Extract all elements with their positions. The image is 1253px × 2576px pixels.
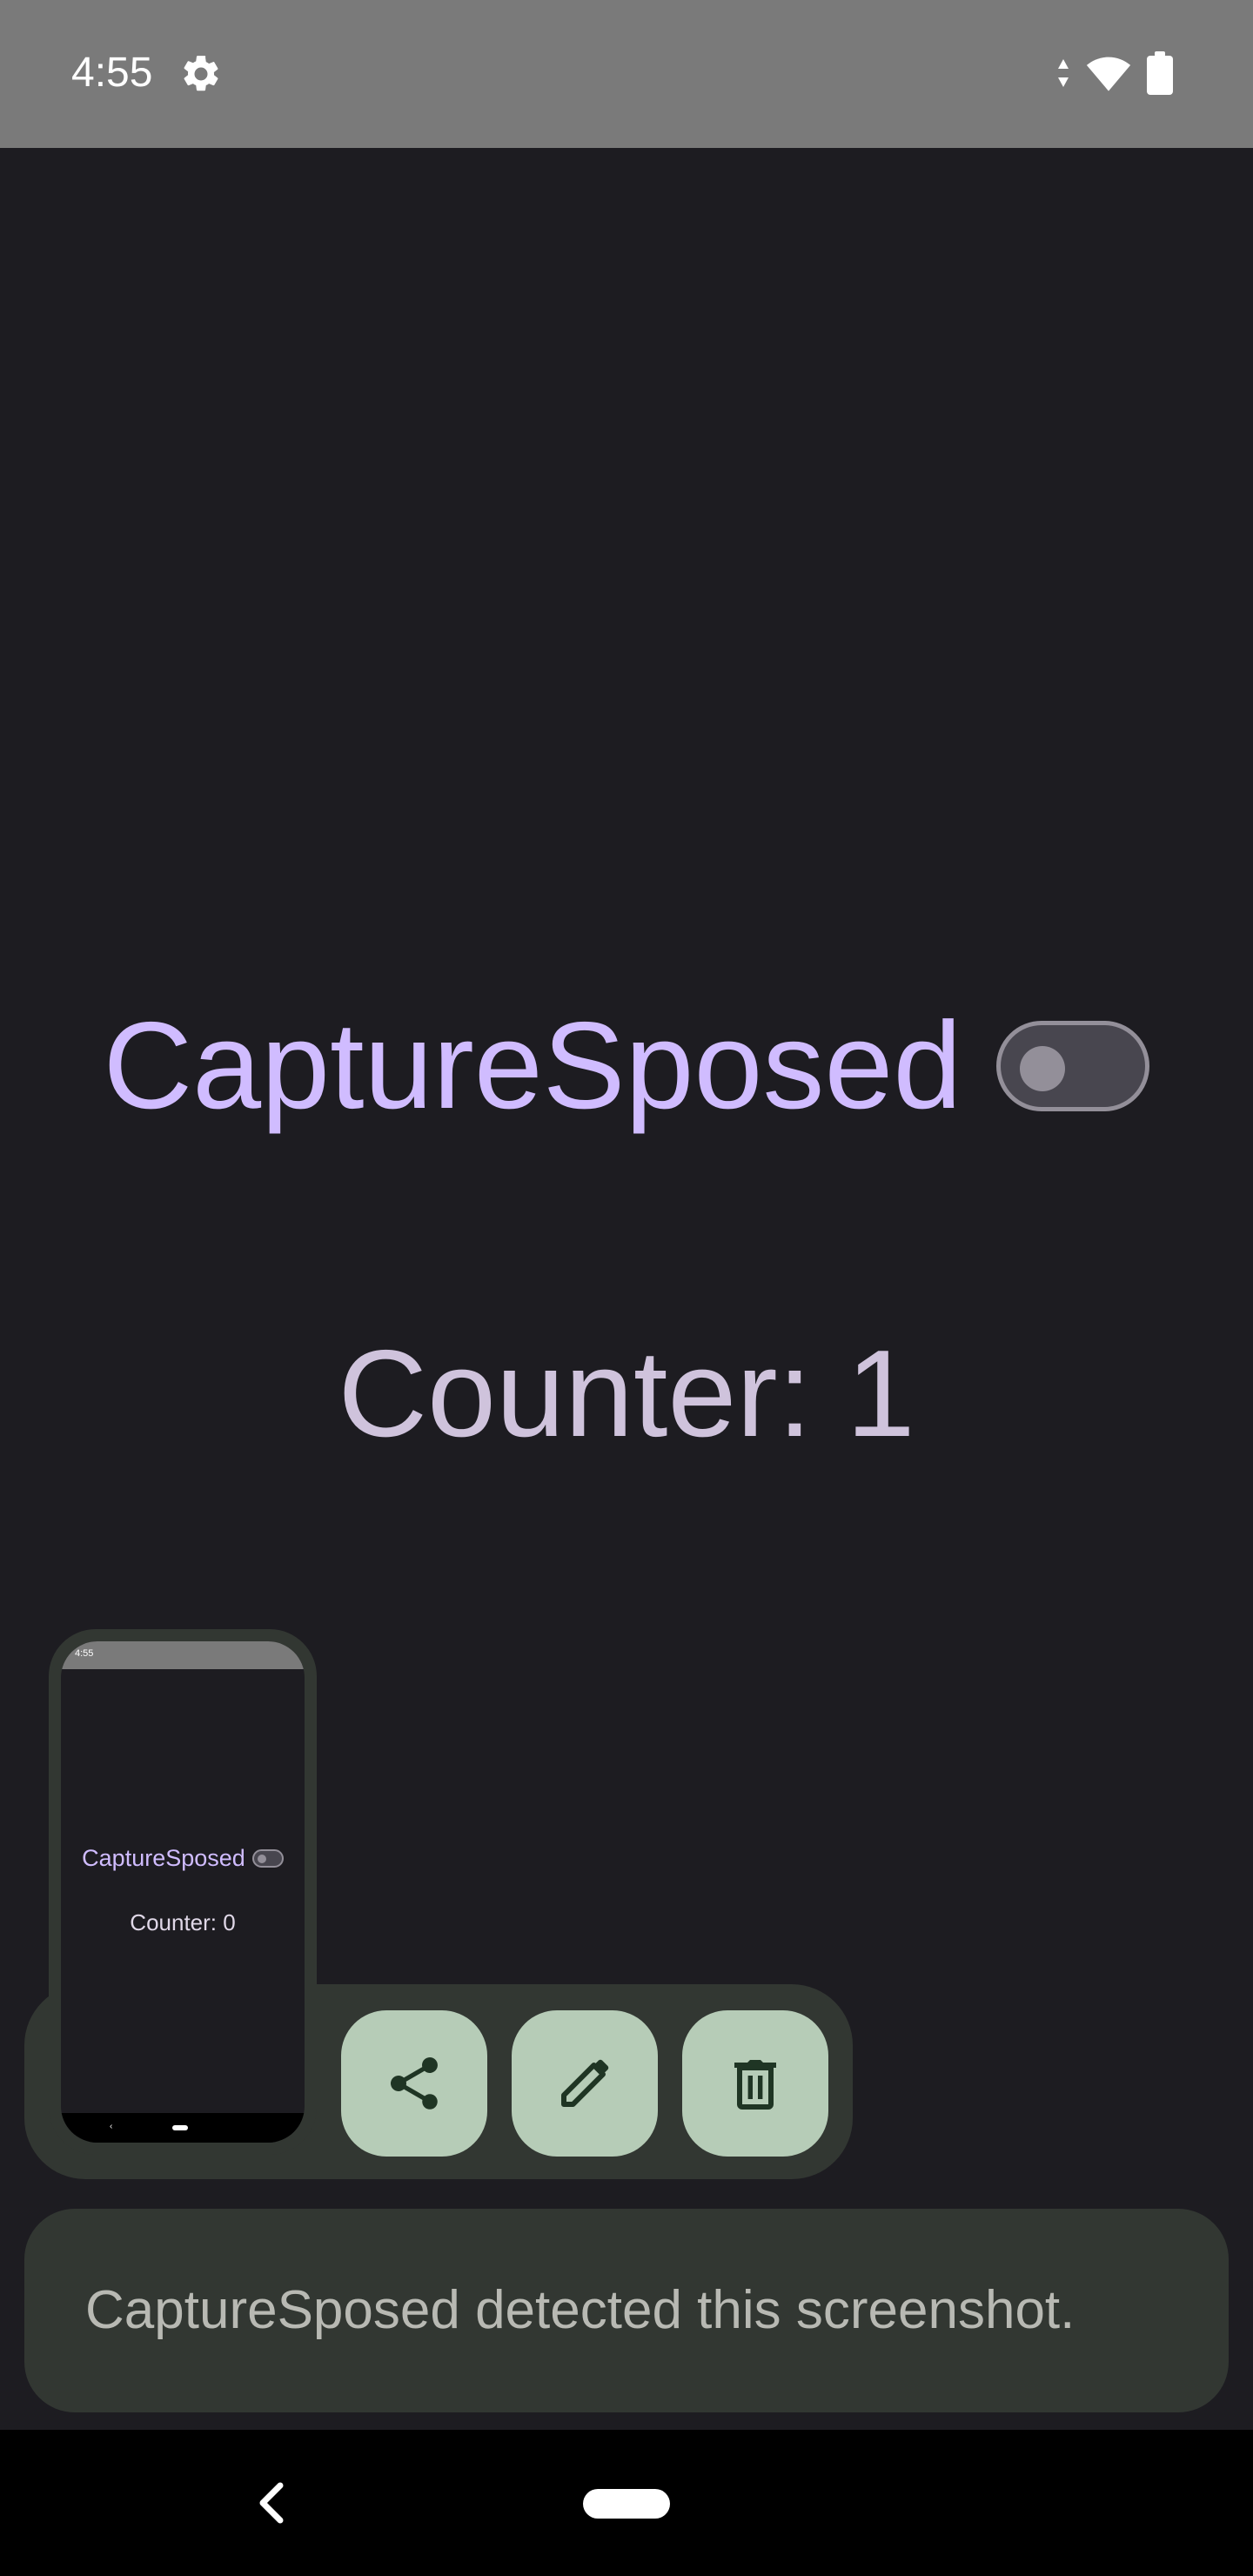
thumbnail-status-time: 4:55 xyxy=(75,1648,94,1659)
thumbnail-back-icon: ‹ xyxy=(110,2122,113,2131)
thumbnail-status-bar: 4:55 xyxy=(61,1641,305,1669)
navigation-bar xyxy=(0,2430,1253,2576)
app-title: CaptureSposed xyxy=(103,996,962,1135)
share-icon xyxy=(390,2057,438,2110)
app-title-row: CaptureSposed xyxy=(0,996,1253,1135)
edit-button[interactable] xyxy=(512,2010,658,2157)
thumbnail-toggle xyxy=(251,1849,284,1868)
thumbnail-app-title: CaptureSposed xyxy=(82,1845,245,1871)
back-icon[interactable] xyxy=(252,2480,291,2526)
status-icons xyxy=(1056,49,1173,97)
share-button[interactable] xyxy=(341,2010,487,2157)
thumbnail-title-row: CaptureSposed xyxy=(61,1845,305,1872)
settings-gear-icon xyxy=(184,56,218,91)
status-time: 4:55 xyxy=(71,50,153,96)
capture-toggle-switch[interactable] xyxy=(996,1021,1150,1111)
thumbnail-screen: 4:55 CaptureSposed Counter: 0 ‹ xyxy=(61,1641,305,2143)
counter-text: Counter: 1 xyxy=(338,1325,915,1463)
trash-icon xyxy=(734,2060,776,2110)
thumbnail-counter-text: Counter: 0 xyxy=(130,1909,236,1935)
wifi-icon xyxy=(1086,57,1131,91)
data-arrows-icon xyxy=(1058,59,1069,87)
thumbnail-home-icon xyxy=(172,2125,188,2130)
screenshot-thumbnail[interactable]: 4:55 CaptureSposed Counter: 0 ‹ xyxy=(49,1629,317,2155)
toast-message: CaptureSposed detected this screenshot. xyxy=(24,2209,1229,2412)
toast-text: CaptureSposed detected this screenshot. xyxy=(85,2280,1075,2340)
status-bar: 4:55 xyxy=(0,0,1253,148)
pencil-icon xyxy=(561,2059,609,2107)
toggle-thumb xyxy=(1020,1046,1066,1091)
home-pill-icon[interactable] xyxy=(583,2489,670,2519)
battery-icon xyxy=(1147,51,1173,95)
delete-button[interactable] xyxy=(682,2010,828,2157)
thumbnail-nav-bar: ‹ xyxy=(61,2113,305,2143)
